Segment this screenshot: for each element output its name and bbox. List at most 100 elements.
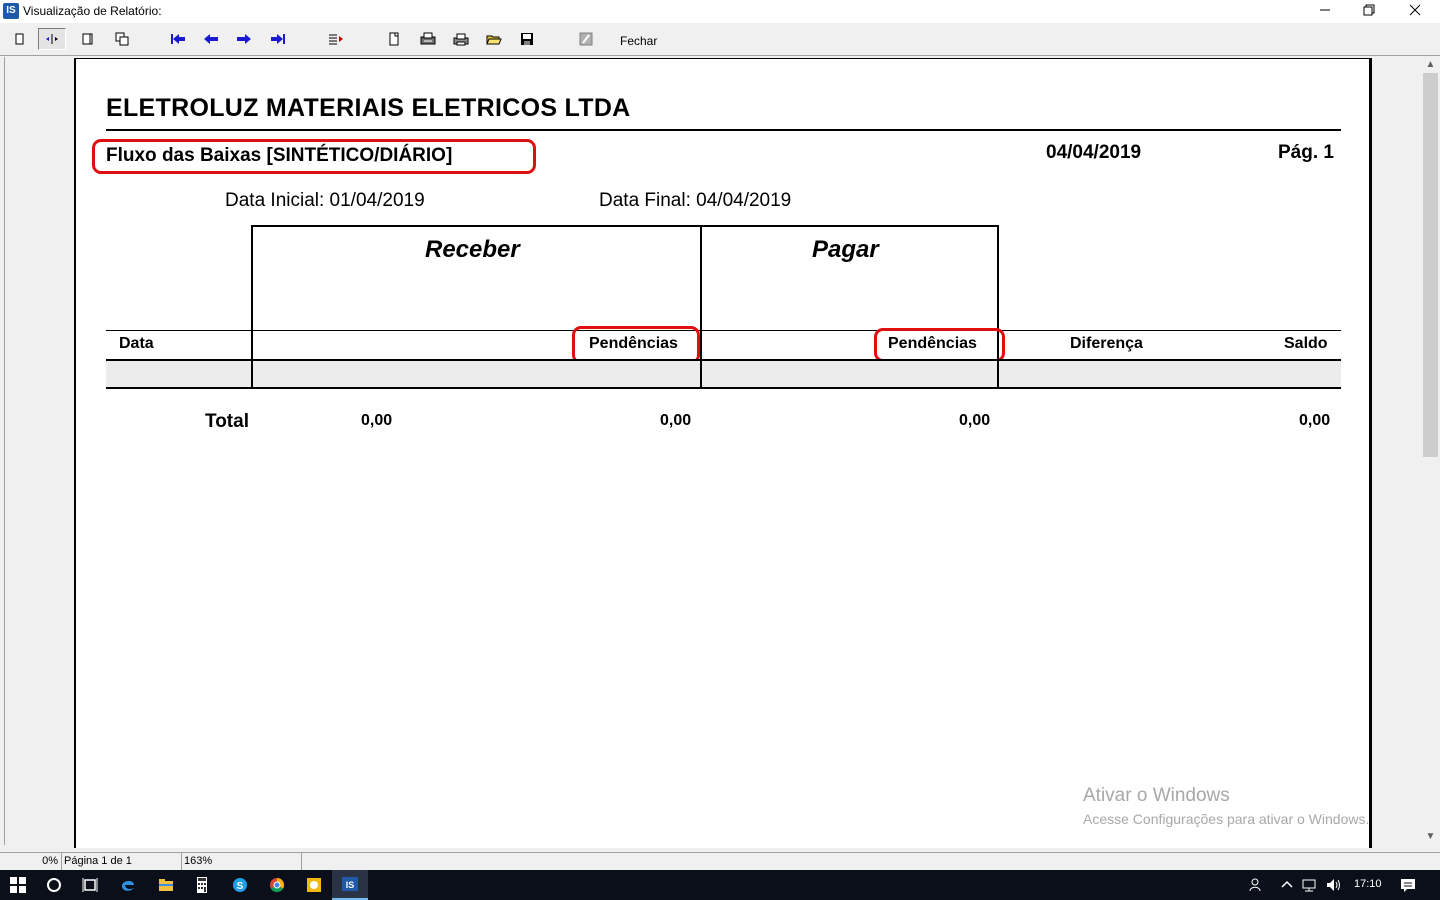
taskbar: S IS 17:10 [0, 870, 1440, 900]
skype-icon: S [233, 878, 247, 892]
data-row-band [106, 361, 1341, 388]
restore-icon [1363, 4, 1375, 16]
scroll-thumb[interactable] [1423, 73, 1438, 457]
restore-button[interactable] [1346, 0, 1392, 23]
notifications-button[interactable] [1392, 870, 1424, 900]
activation-watermark-text: Acesse Configurações para ativar o Windo… [1083, 811, 1370, 827]
sticky-app-taskbar-button[interactable] [296, 870, 332, 900]
activation-watermark-title: Ativar o Windows [1083, 785, 1230, 806]
group-pagar: Pagar [812, 236, 879, 263]
group-receber: Receber [425, 236, 520, 263]
calculator-taskbar-button[interactable] [184, 870, 220, 900]
edit-button[interactable] [572, 28, 600, 50]
next-page-icon [237, 34, 251, 44]
initial-date: Data Inicial: 01/04/2019 [225, 190, 425, 211]
status-zoom: 163% [182, 853, 302, 871]
total-label: Total [205, 411, 249, 432]
window-title: Visualização de Relatório: [23, 4, 162, 18]
people-button[interactable] [1242, 870, 1272, 900]
taskbar-clock[interactable]: 17:10 [1354, 878, 1382, 890]
is-app-taskbar-button[interactable]: IS [332, 870, 368, 900]
volume-icon [1327, 879, 1340, 891]
scroll-down-icon[interactable]: ▼ [1421, 829, 1440, 845]
col-diferenca: Diferença [1070, 335, 1143, 352]
open-icon [486, 35, 502, 45]
previous-page-icon [204, 34, 218, 44]
edge-icon [122, 880, 134, 891]
header-rule [106, 129, 1341, 131]
first-page-icon [171, 34, 185, 44]
report-page-number: Pág. 1 [1278, 142, 1334, 163]
open-button[interactable] [480, 28, 508, 50]
two-pages-button[interactable] [74, 28, 102, 50]
toolbar: Fechar [0, 23, 1440, 56]
last-page-button[interactable] [264, 28, 292, 50]
start-button[interactable] [0, 870, 36, 900]
chrome-taskbar-button[interactable] [259, 870, 295, 900]
tray-overflow-button[interactable] [1276, 870, 1298, 900]
scroll-up-icon[interactable]: ▲ [1421, 57, 1440, 73]
status-bar: 0% Página 1 de 1 163% [0, 852, 1440, 871]
page-setup-icon [389, 32, 399, 46]
page-setup-button[interactable] [380, 28, 408, 50]
action-center-icon [1401, 879, 1415, 892]
band-divider-2 [700, 361, 702, 389]
highlight-report-title [92, 139, 536, 174]
volume-button[interactable] [1322, 870, 1346, 900]
skype-taskbar-button[interactable]: S [222, 870, 258, 900]
explorer-taskbar-button[interactable] [148, 870, 184, 900]
file-explorer-icon [159, 879, 173, 891]
multi-page-icon [115, 32, 129, 46]
print-button[interactable] [447, 28, 475, 50]
next-page-button[interactable] [230, 28, 258, 50]
app-icon: IS [3, 3, 19, 19]
total-saldo: 0,00 [1299, 412, 1331, 429]
save-button[interactable] [513, 28, 541, 50]
go-to-page-button[interactable] [322, 28, 350, 50]
windows-start-icon [10, 877, 26, 893]
multi-page-button[interactable] [108, 28, 136, 50]
printer-setup-button[interactable] [414, 28, 442, 50]
vertical-scrollbar[interactable]: ▲ ▼ [1421, 57, 1440, 845]
close-icon [1409, 4, 1421, 16]
sticky-app-icon [307, 878, 321, 892]
is-app-icon: IS [342, 877, 358, 891]
chrome-icon [270, 877, 285, 893]
one-page-button[interactable] [6, 28, 34, 50]
people-icon [1249, 878, 1261, 892]
cortana-button[interactable] [36, 870, 72, 900]
two-pages-icon [82, 33, 93, 45]
calculator-icon [197, 877, 207, 893]
total-receber: 0,00 [361, 412, 393, 429]
company-name: ELETROLUZ MATERIAIS ELETRICOS LTDA [106, 94, 631, 122]
save-icon [521, 33, 533, 45]
go-to-page-icon [329, 34, 343, 45]
group-box-top [251, 225, 999, 227]
first-page-button[interactable] [164, 28, 192, 50]
edit-icon [579, 32, 593, 46]
total-pagar-pendencias: 0,00 [959, 412, 991, 429]
page-width-icon [46, 34, 58, 44]
previous-page-button[interactable] [197, 28, 225, 50]
band-divider-3 [997, 361, 999, 389]
task-view-button[interactable] [72, 870, 108, 900]
edge-taskbar-button[interactable] [110, 870, 146, 900]
print-icon [453, 33, 469, 46]
network-icon [1302, 879, 1316, 892]
minimize-icon [1320, 9, 1330, 11]
report-page [74, 58, 1372, 848]
minimize-button[interactable] [1302, 0, 1348, 23]
svg-text:S: S [237, 881, 244, 892]
task-view-icon [82, 878, 98, 892]
close-button[interactable] [1392, 0, 1438, 23]
page-width-button[interactable] [38, 28, 66, 50]
col-data: Data [119, 335, 154, 352]
cortana-search-icon [47, 878, 61, 892]
network-button[interactable] [1298, 870, 1320, 900]
title-bar: IS Visualização de Relatório: [0, 0, 1440, 23]
close-report-button[interactable]: Fechar [620, 34, 657, 48]
column-header-top-rule [106, 330, 1341, 331]
printer-setup-icon [420, 32, 436, 45]
highlight-pagar-pendencias [874, 328, 1005, 362]
status-page-info: Página 1 de 1 [62, 853, 182, 871]
